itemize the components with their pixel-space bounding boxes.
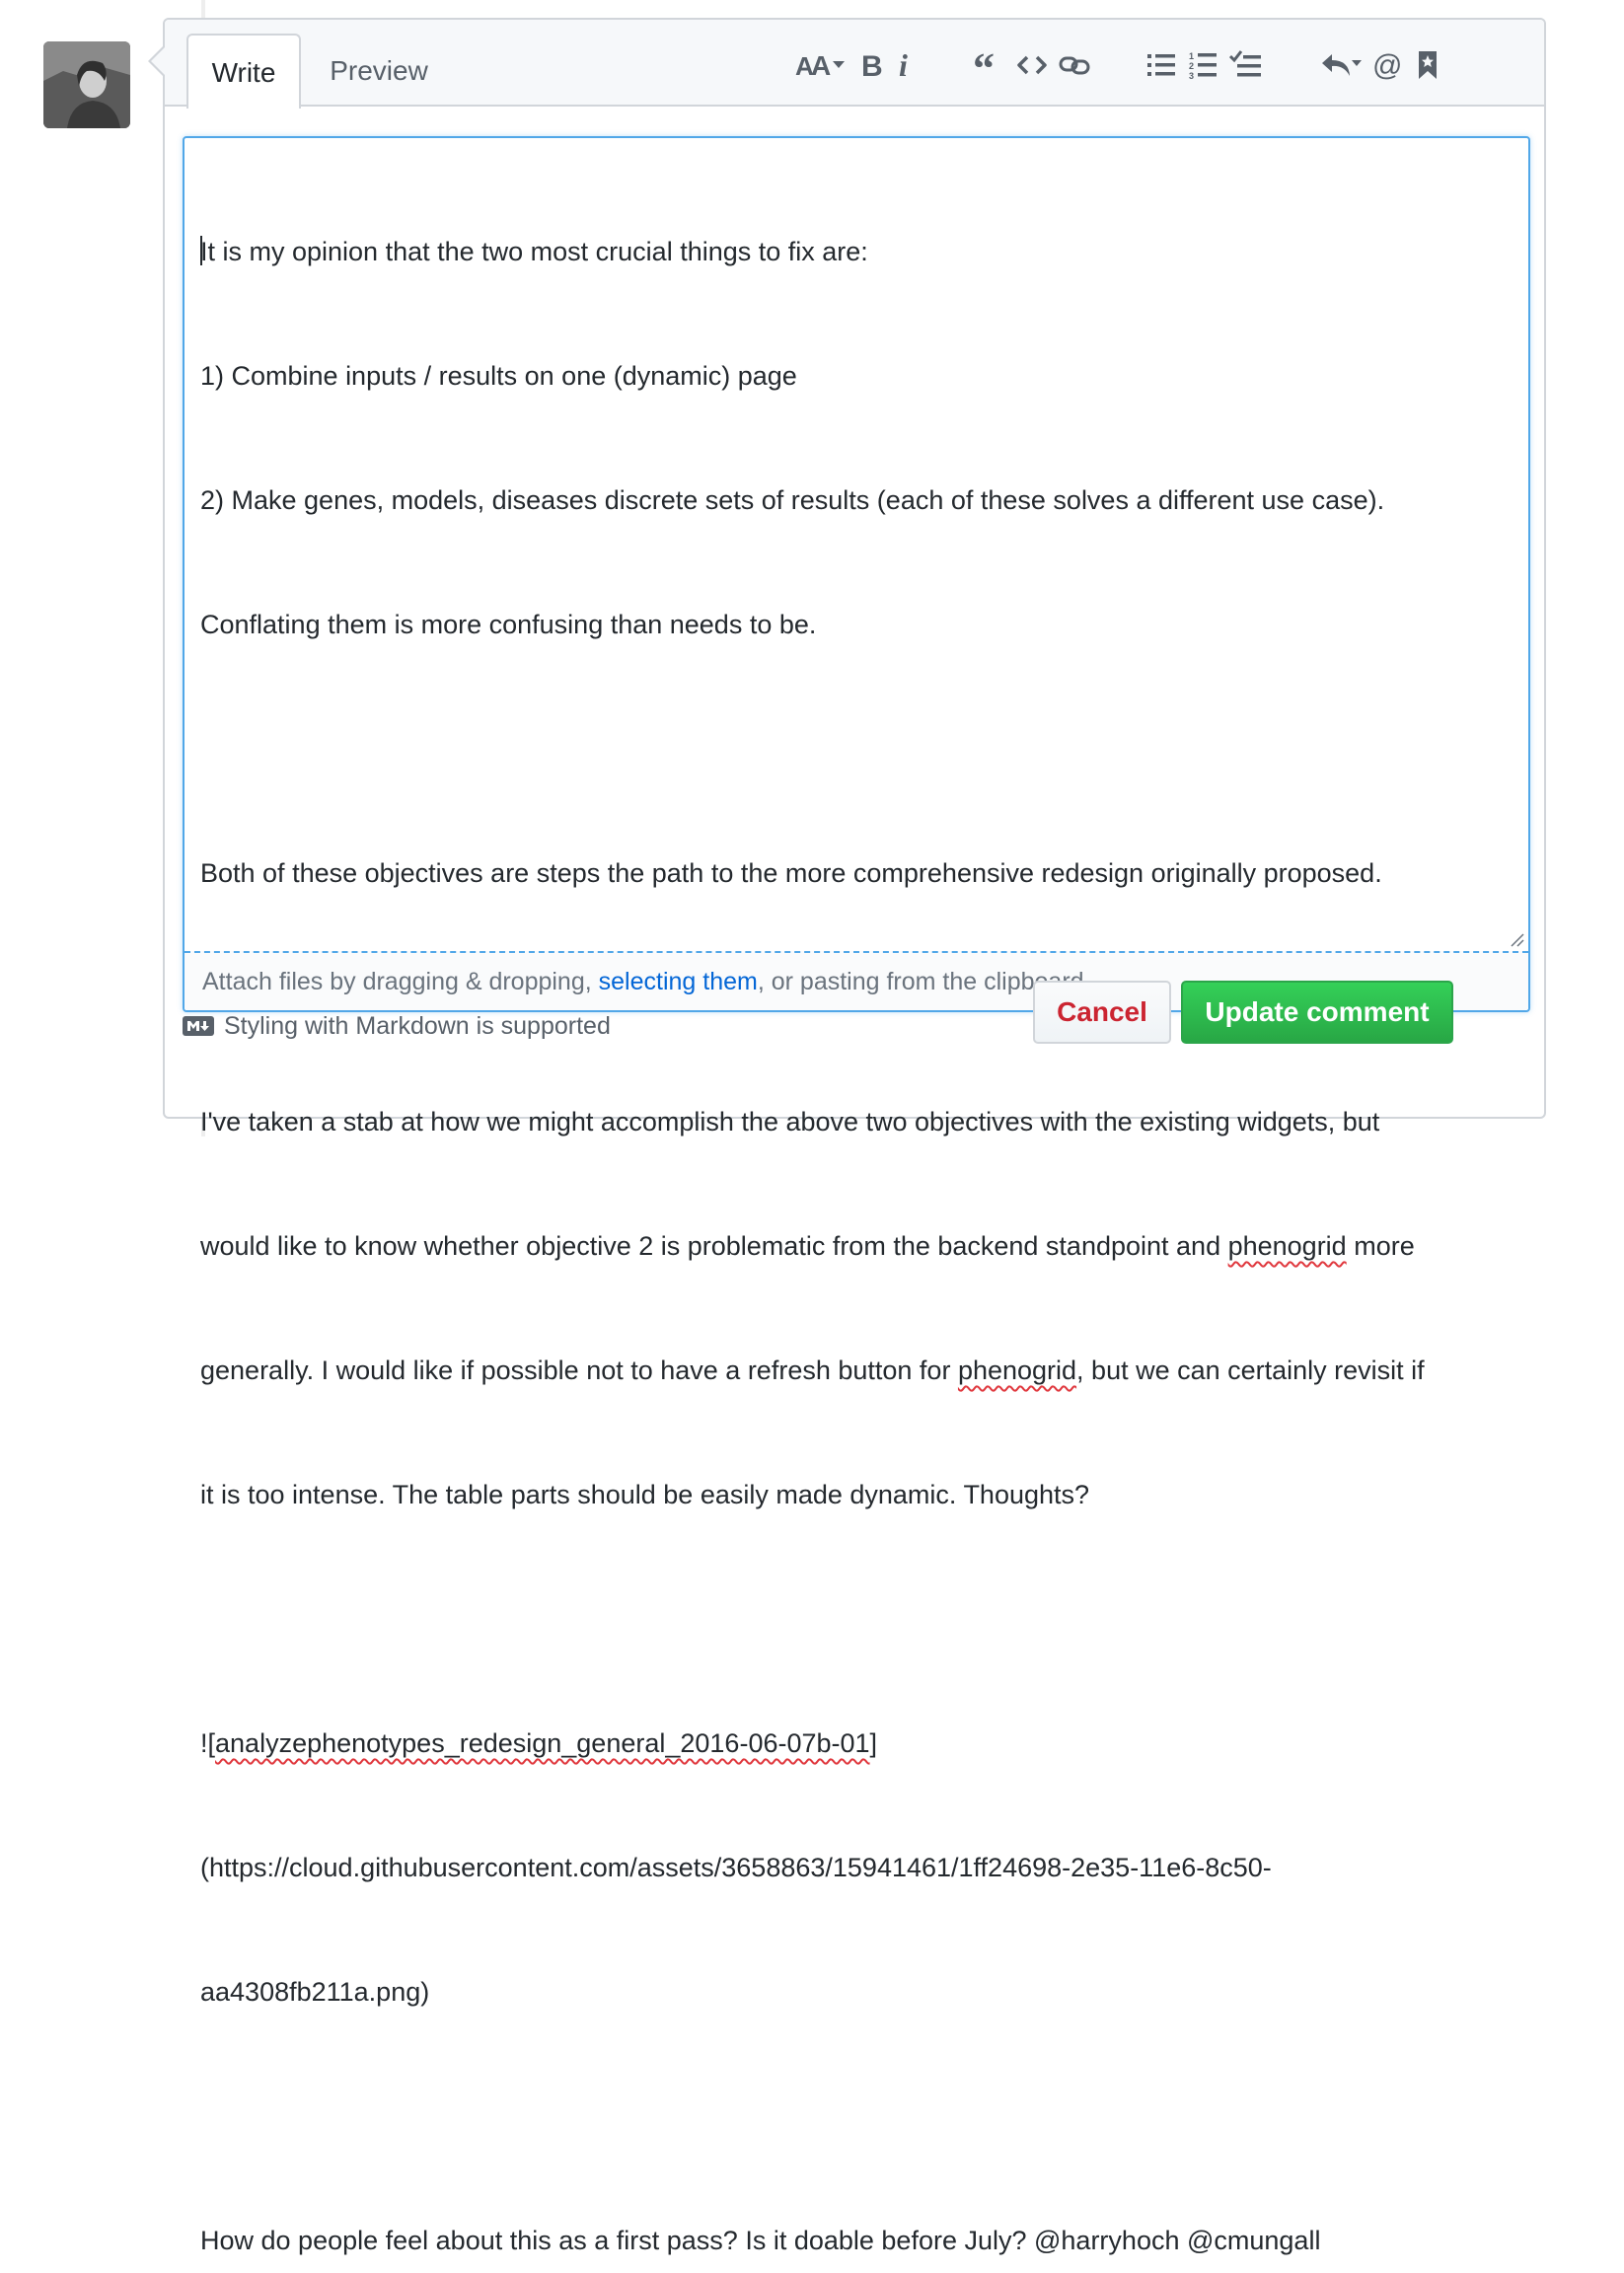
- svg-text:i: i: [899, 49, 908, 81]
- text-size-icon: A A: [795, 50, 845, 81]
- avatar[interactable]: [43, 41, 130, 128]
- markdown-note: Styling with Markdown is supported: [224, 1011, 611, 1040]
- update-comment-button[interactable]: Update comment: [1181, 981, 1453, 1044]
- dropzone-text: Attach files by dragging & dropping,: [202, 968, 599, 995]
- editor-header: Write Preview A A B i “ 1 2 3 @: [165, 20, 1544, 109]
- text-line: ![analyzephenotypes_redesign_general_201…: [200, 1728, 878, 1758]
- bulleted-list-button[interactable]: [1145, 43, 1179, 87]
- italic-button[interactable]: i: [893, 43, 917, 87]
- svg-text:2: 2: [1189, 61, 1194, 71]
- bold-button[interactable]: B: [857, 43, 885, 87]
- comment-textarea-container: It is my opinion that the two most cruci…: [183, 136, 1530, 2255]
- svg-text:1: 1: [1189, 51, 1194, 61]
- reference-button[interactable]: [1414, 43, 1441, 87]
- misspelled-word: phenogrid: [957, 1356, 1077, 1385]
- markdown-glyph: [187, 1021, 209, 1031]
- link-button[interactable]: [1057, 43, 1092, 87]
- svg-text:@: @: [1372, 49, 1402, 81]
- text-line: would like to know whether objective 2 i…: [200, 1231, 1415, 1261]
- svg-text:3: 3: [1189, 71, 1194, 80]
- text-line: 2) Make genes, models, diseases discrete…: [200, 485, 1385, 515]
- tab-write[interactable]: Write: [186, 34, 301, 109]
- text-line: Both of these objectives are steps the p…: [200, 858, 1382, 888]
- text-line: It is my opinion that the two most cruci…: [200, 236, 868, 266]
- tasklist-icon: [1229, 50, 1261, 77]
- quote-button[interactable]: “: [972, 43, 1003, 87]
- link-icon: [1059, 56, 1090, 75]
- svg-text:“: “: [973, 49, 995, 81]
- cancel-button[interactable]: Cancel: [1033, 981, 1171, 1044]
- list-unordered-icon: [1147, 54, 1175, 76]
- comment-textarea[interactable]: It is my opinion that the two most cruci…: [200, 148, 1503, 2255]
- svg-text:B: B: [861, 50, 883, 81]
- comment-edit-form: Write Preview A A B i “ 1 2 3 @ It is my…: [163, 18, 1546, 2255]
- italic-icon: i: [899, 49, 908, 81]
- code-icon: [1017, 55, 1047, 75]
- task-list-button[interactable]: [1228, 43, 1264, 87]
- text-line: aa4308fb211a.png): [200, 1977, 430, 2007]
- mention-icon: @: [1372, 49, 1402, 81]
- svg-text:A: A: [811, 50, 831, 81]
- numbered-list-button[interactable]: 1 2 3: [1187, 43, 1220, 87]
- header-text-button[interactable]: A A: [794, 43, 849, 87]
- markdown-help[interactable]: Styling with Markdown is supported: [183, 1006, 611, 1046]
- reply-icon: [1322, 54, 1362, 76]
- bold-icon: B: [861, 50, 883, 81]
- mention-button[interactable]: @: [1370, 43, 1404, 87]
- text-line: How do people feel about this as a first…: [200, 2226, 1321, 2255]
- text-line: (https://cloud.githubusercontent.com/ass…: [200, 1853, 1272, 1882]
- markdown-icon: [183, 1016, 214, 1036]
- text-line: 1) Combine inputs / results on one (dyna…: [200, 361, 797, 391]
- avatar-photo: [43, 41, 130, 128]
- text-line: Conflating them is more confusing than n…: [200, 610, 817, 639]
- comment-pointer-fill: [151, 47, 165, 75]
- saved-replies-button[interactable]: [1319, 43, 1365, 87]
- tab-preview[interactable]: Preview: [315, 34, 443, 109]
- list-ordered-icon: 1 2 3: [1189, 51, 1217, 80]
- misspelled-word: phenogrid: [1227, 1231, 1347, 1261]
- code-button[interactable]: [1015, 43, 1049, 87]
- bookmark-icon: [1419, 51, 1437, 79]
- text-line: generally. I would like if possible not …: [200, 1356, 1425, 1385]
- text-line: it is too intense. The table parts shoul…: [200, 1480, 1090, 1509]
- resize-handle-icon[interactable]: [1511, 933, 1524, 947]
- quote-icon: “: [973, 49, 995, 81]
- misspelled-word: analyzephenotypes_redesign_general_2016-…: [215, 1728, 870, 1758]
- select-files-link[interactable]: selecting them: [599, 968, 758, 995]
